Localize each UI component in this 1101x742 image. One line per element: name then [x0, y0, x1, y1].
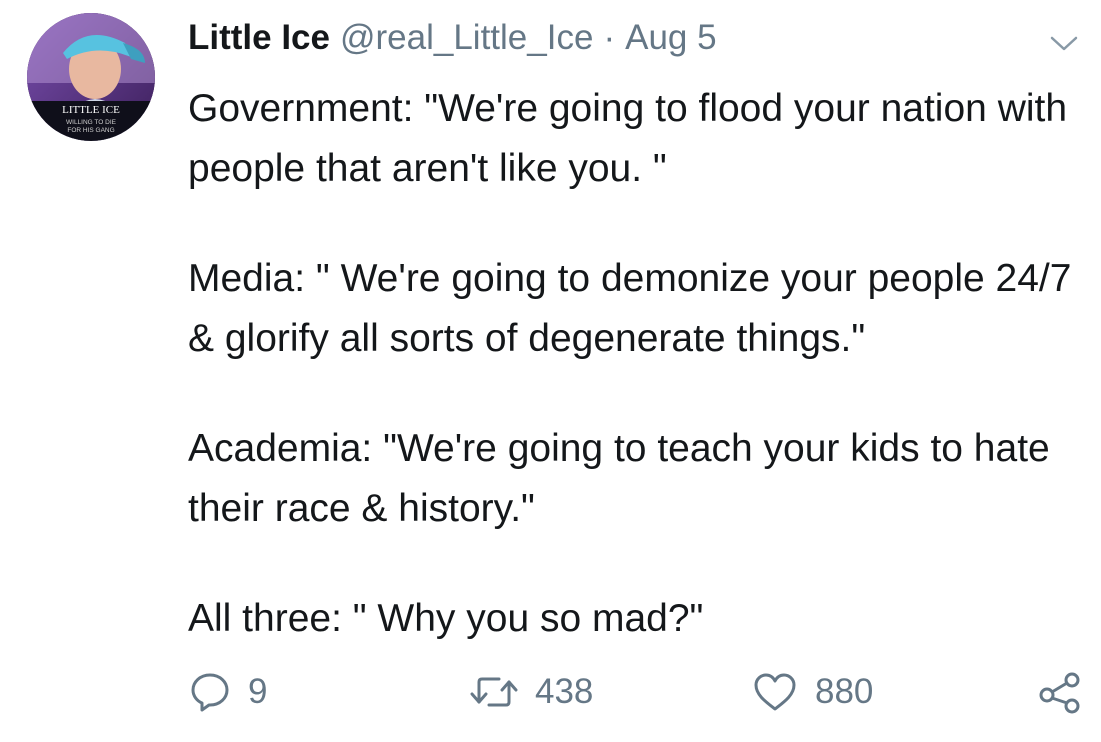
like-count: 880	[815, 672, 874, 711]
retweet-button[interactable]: 438	[469, 670, 593, 714]
tweet-paragraph: Academia: "We're going to teach your kid…	[188, 427, 1050, 530]
user-handle[interactable]: @real_Little_Ice	[340, 18, 593, 58]
reply-button[interactable]: 9	[188, 670, 267, 714]
separator: ·	[603, 18, 616, 57]
avatar-caption-3: FOR HIS GANG	[67, 127, 114, 134]
share-icon	[1039, 672, 1080, 714]
display-name[interactable]: Little Ice	[188, 18, 330, 58]
tweet-menu-button[interactable]	[1049, 34, 1079, 54]
share-button[interactable]	[1038, 670, 1082, 714]
tweet-header: Little Ice @real_Little_Ice · Aug 5	[188, 18, 1081, 70]
tweet-actions: 9 438 880	[186, 670, 1086, 730]
retweet-arrows-icon	[470, 677, 518, 707]
tweet-text: Government: "We're going to flood your n…	[188, 79, 1088, 649]
avatar-caption-1: LITTLE ICE	[62, 104, 120, 116]
tweet-date[interactable]: Aug 5	[625, 18, 716, 58]
chevron-down-icon	[1050, 36, 1078, 51]
reply-count: 9	[248, 672, 268, 711]
avatar-caption-2: WILLING TO DIE	[66, 119, 117, 126]
avatar[interactable]: LITTLE ICE WILLING TO DIE FOR HIS GANG	[27, 13, 155, 141]
retweet-count: 438	[535, 672, 594, 711]
avatar-image: LITTLE ICE WILLING TO DIE FOR HIS GANG	[27, 13, 155, 141]
tweet-paragraph: Media: " We're going to demonize your pe…	[188, 257, 1072, 360]
tweet-paragraph: All three: " Why you so mad?"	[188, 597, 704, 640]
speech-bubble-icon	[191, 673, 229, 712]
tweet-paragraph: Government: "We're going to flood your n…	[188, 87, 1068, 190]
heart-icon	[754, 673, 796, 711]
like-button[interactable]: 880	[751, 670, 873, 714]
